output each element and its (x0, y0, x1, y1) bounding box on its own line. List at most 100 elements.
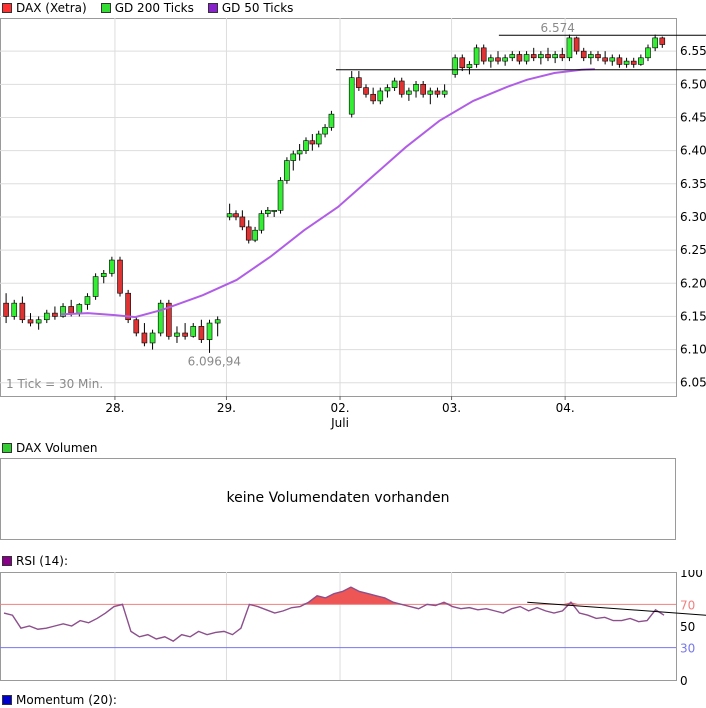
candle-body (580, 50, 587, 59)
candle-body (290, 153, 297, 161)
legend-item-0: DAX (Xetra) (2, 1, 87, 15)
candle-body (509, 54, 516, 59)
candle-body (214, 319, 221, 324)
y-tick-label: 6.15 (680, 309, 706, 323)
main-legend: DAX (Xetra) GD 200 Ticks GD 50 Ticks (2, 0, 307, 16)
rsi-legend-label: RSI (14): (16, 554, 68, 568)
candle-body (441, 90, 448, 95)
candle-body (52, 312, 58, 317)
x-tick-label: 28. (105, 401, 124, 415)
candle-body (638, 57, 644, 65)
candle-body (516, 54, 523, 62)
candle-body (296, 150, 303, 155)
candle-body (277, 180, 284, 211)
candle-body (523, 54, 530, 62)
interval-note: 1 Tick = 30 Min. (6, 377, 103, 391)
candle-body (149, 332, 156, 344)
rsi-y-tick-label: 70 (680, 598, 695, 612)
x-tick-label: 02. (330, 401, 349, 415)
annotation-high: 6.574 (541, 21, 575, 35)
candle-body (3, 302, 9, 317)
candle-body (117, 259, 123, 294)
candle-body (76, 304, 83, 314)
legend-item-2: GD 50 Ticks (207, 1, 294, 15)
legend-swatch (100, 3, 111, 13)
candle-body (363, 87, 369, 95)
candle-body (391, 80, 398, 88)
candle-body (552, 54, 558, 59)
candle-body (398, 80, 405, 95)
candle-body (616, 57, 623, 65)
candle-body (502, 57, 508, 62)
candle-body (284, 160, 290, 181)
candle-body (43, 312, 50, 321)
candle-body (84, 296, 91, 305)
y-tick-label: 6.40 (680, 144, 706, 158)
volume-legend-swatch (2, 443, 12, 453)
candle-body (595, 54, 601, 59)
candle-body (473, 47, 480, 65)
candle-body (157, 302, 164, 334)
volume-panel: keine Volumendaten vorhanden (0, 458, 676, 540)
x-tick-label: 29. (217, 401, 236, 415)
rsi-legend-swatch (2, 556, 12, 566)
candle-body (11, 302, 18, 317)
candle-body (19, 302, 26, 321)
candle-body (609, 57, 616, 62)
candle-body (348, 77, 355, 115)
legend-item-momentum: Momentum (20): (2, 693, 117, 707)
candle-body (413, 84, 419, 92)
legend-item-volume: DAX Volumen (2, 441, 98, 455)
legend-label: GD 200 Ticks (114, 1, 194, 15)
x-tick-label: 04. (556, 401, 575, 415)
price-chart: 6.05 6.10 6.15 6.20 6.25 6.30 6.35 6.40 6.45 6.50… (0, 18, 706, 430)
y-tick-label: 6.30 (680, 210, 706, 224)
candle-body (559, 54, 566, 59)
candle-body (265, 210, 271, 214)
rsi-y-tick-label: 100 (680, 570, 703, 580)
candle-body (452, 57, 458, 75)
candle-body (538, 54, 544, 59)
candle-body (370, 93, 376, 102)
candle-body (141, 332, 148, 344)
candle-body (182, 332, 188, 337)
candle-body (488, 57, 494, 62)
x-sub-label: Juli (330, 416, 349, 430)
momentum-legend: Momentum (20): (2, 692, 131, 708)
candle-body (245, 226, 252, 241)
y-tick-label: 6.50 (680, 77, 706, 91)
volume-notice: keine Volumendaten vorhanden (226, 490, 450, 506)
candle-body (459, 57, 466, 69)
rsi-y-tick-label: 0 (680, 674, 688, 688)
candle-body (233, 213, 239, 218)
candle-body (427, 90, 434, 95)
y-tick-label: 6.55 (680, 44, 706, 58)
y-tick-label: 6.10 (680, 343, 706, 357)
volume-legend: DAX Volumen (2, 440, 112, 456)
candle-body (602, 57, 608, 62)
candle-body (377, 90, 384, 102)
candle-body (645, 47, 651, 59)
momentum-legend-label: Momentum (20): (16, 693, 117, 707)
legend-label: DAX (Xetra) (16, 1, 87, 15)
y-tick-label: 6.35 (680, 177, 706, 191)
candle-body (623, 60, 630, 65)
candle-body (174, 332, 180, 337)
candle-body (406, 90, 412, 95)
candle-body (198, 326, 205, 340)
rsi-y-tick-label: 30 (680, 642, 695, 656)
rsi-frame (0, 572, 677, 681)
momentum-legend-swatch (2, 695, 12, 705)
legend-label: GD 50 Ticks (221, 1, 294, 15)
candle-body (27, 319, 34, 324)
candle-body (68, 306, 74, 314)
candle-body (588, 54, 594, 59)
candle-body (384, 87, 391, 92)
legend-swatch (207, 3, 218, 13)
candle-body (92, 276, 99, 297)
candle-body (652, 37, 658, 49)
rsi-y-tick-label: 50 (680, 620, 695, 634)
candle-body (226, 213, 233, 218)
candle-body (239, 216, 246, 228)
candle-body (659, 37, 666, 45)
